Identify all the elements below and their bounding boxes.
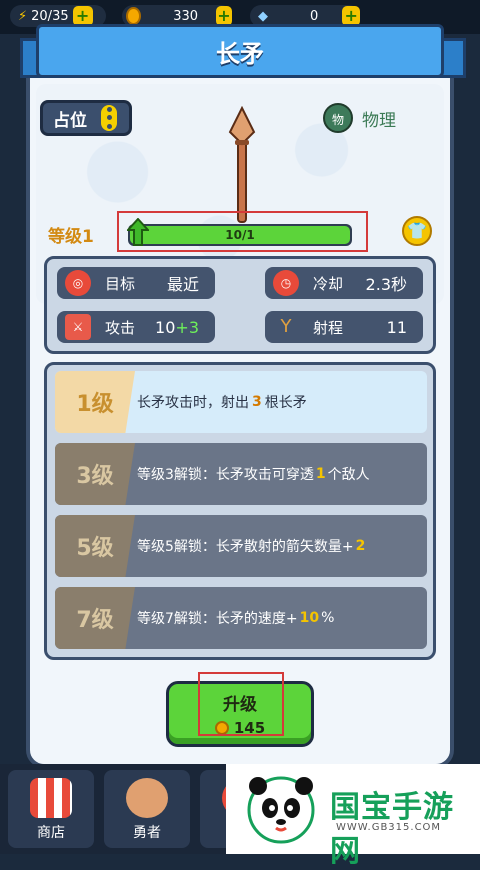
panda-logo-icon (247, 776, 315, 844)
attack-icon: ⚔ (65, 314, 91, 340)
dialog-title: 长矛 (36, 24, 444, 78)
nav-shop-label: 商店 (37, 825, 65, 841)
stat-value: 11 (386, 317, 407, 337)
lightning-icon: ⚡ (18, 8, 28, 24)
skill-description: 等级5解锁：长矛散射的箭矢数量+ 2 (137, 515, 367, 577)
skill-row: 5级 等级5解锁：长矛散射的箭矢数量+ 2 (55, 515, 427, 577)
stat-label: 攻击 (105, 318, 136, 337)
nav-hero-label: 勇者 (133, 825, 161, 841)
hero-icon (126, 778, 168, 818)
skill-level-badge: 1级 (55, 371, 135, 433)
stat-value: 最近 (166, 275, 199, 294)
skill-number: 10 (299, 610, 320, 626)
skin-shirt-icon[interactable]: 👕 (402, 216, 432, 246)
spear-icon (228, 106, 256, 223)
slingshot-icon: Y (280, 316, 292, 337)
skill-row: 7级 等级7解锁：长矛的速度+ 10% (55, 587, 427, 649)
stat-attack: ⚔ 攻击 10+3 (57, 311, 215, 343)
nav-hero[interactable]: 勇者 (104, 770, 190, 848)
weapon-level: 等级1 (48, 227, 94, 247)
coin-icon (126, 7, 142, 25)
watermark-url: WWW.GB315.COM (336, 822, 442, 833)
gem-icon: ◆ (258, 8, 268, 24)
skill-level-badge: 5级 (55, 515, 135, 577)
attack-base: 10 (155, 317, 176, 337)
skill-description: 等级3解锁：长矛攻击可穿透 1 个敌人 (137, 443, 370, 505)
nav-shop[interactable]: 商店 (8, 770, 94, 848)
stat-value: 10+3 (155, 318, 199, 337)
position-button[interactable]: 占位 (40, 100, 132, 136)
skill-text: % (321, 610, 335, 626)
highlight-box-upgrade (198, 672, 284, 736)
attack-bonus: +3 (175, 317, 199, 337)
skill-level-badge: 7级 (55, 587, 135, 649)
clock-icon: ◷ (273, 270, 299, 296)
position-button-label: 占位 (53, 110, 87, 131)
skill-text: 等级3解锁：长矛攻击可穿透 (137, 467, 314, 483)
skill-text: 个敌人 (327, 467, 370, 483)
stat-label: 目标 (105, 274, 136, 293)
stats-panel: ◎ 目标 最近 ◷ 冷却 2.3秒 ⚔ 攻击 10+3 Y 射程 11 (44, 256, 436, 354)
skill-text: 根长矛 (264, 395, 307, 411)
stat-label: 射程 (313, 318, 344, 337)
physical-damage-icon: 物 (323, 103, 353, 133)
gem-value: 0 (310, 8, 319, 24)
add-energy-button[interactable]: + (72, 6, 93, 26)
skill-row: 1级 长矛攻击时，射出 3 根长矛 (55, 371, 427, 433)
skill-description: 等级7解锁：长矛的速度+ 10% (137, 587, 334, 649)
add-gem-button[interactable]: + (342, 6, 360, 26)
stat-target: ◎ 目标 最近 (57, 267, 215, 299)
stat-label: 冷却 (313, 274, 344, 293)
skill-description: 长矛攻击时，射出 3 根长矛 (137, 371, 307, 433)
skill-row: 3级 等级3解锁：长矛攻击可穿透 1 个敌人 (55, 443, 427, 505)
shop-icon (30, 778, 72, 818)
stat-value: 2.3秒 (365, 275, 407, 294)
skill-number: 3 (252, 394, 262, 410)
skill-level-badge: 3级 (55, 443, 135, 505)
skill-text: 等级5解锁：长矛散射的箭矢数量+ (137, 539, 354, 555)
energy-value: 20/35 (31, 8, 69, 24)
skills-panel: 1级 长矛攻击时，射出 3 根长矛 3级 等级3解锁：长矛攻击可穿透 1 个敌人 5级 … (44, 362, 436, 660)
gold-value: 330 (173, 8, 199, 24)
damage-type-label: 物理 (362, 111, 396, 131)
stat-range: Y 射程 11 (265, 311, 423, 343)
add-gold-button[interactable]: + (216, 6, 232, 26)
target-icon: ◎ (65, 270, 91, 296)
info-icon (101, 105, 117, 131)
highlight-box-xp (117, 211, 368, 252)
stat-cooldown: ◷ 冷却 2.3秒 (265, 267, 423, 299)
skill-number: 2 (355, 538, 366, 554)
watermark: 国宝手游网 WWW.GB315.COM (226, 764, 480, 869)
skill-text: 等级7解锁：长矛的速度+ (137, 611, 298, 627)
skill-number: 1 (315, 466, 326, 482)
skill-text: 长矛攻击时，射出 (137, 395, 249, 411)
